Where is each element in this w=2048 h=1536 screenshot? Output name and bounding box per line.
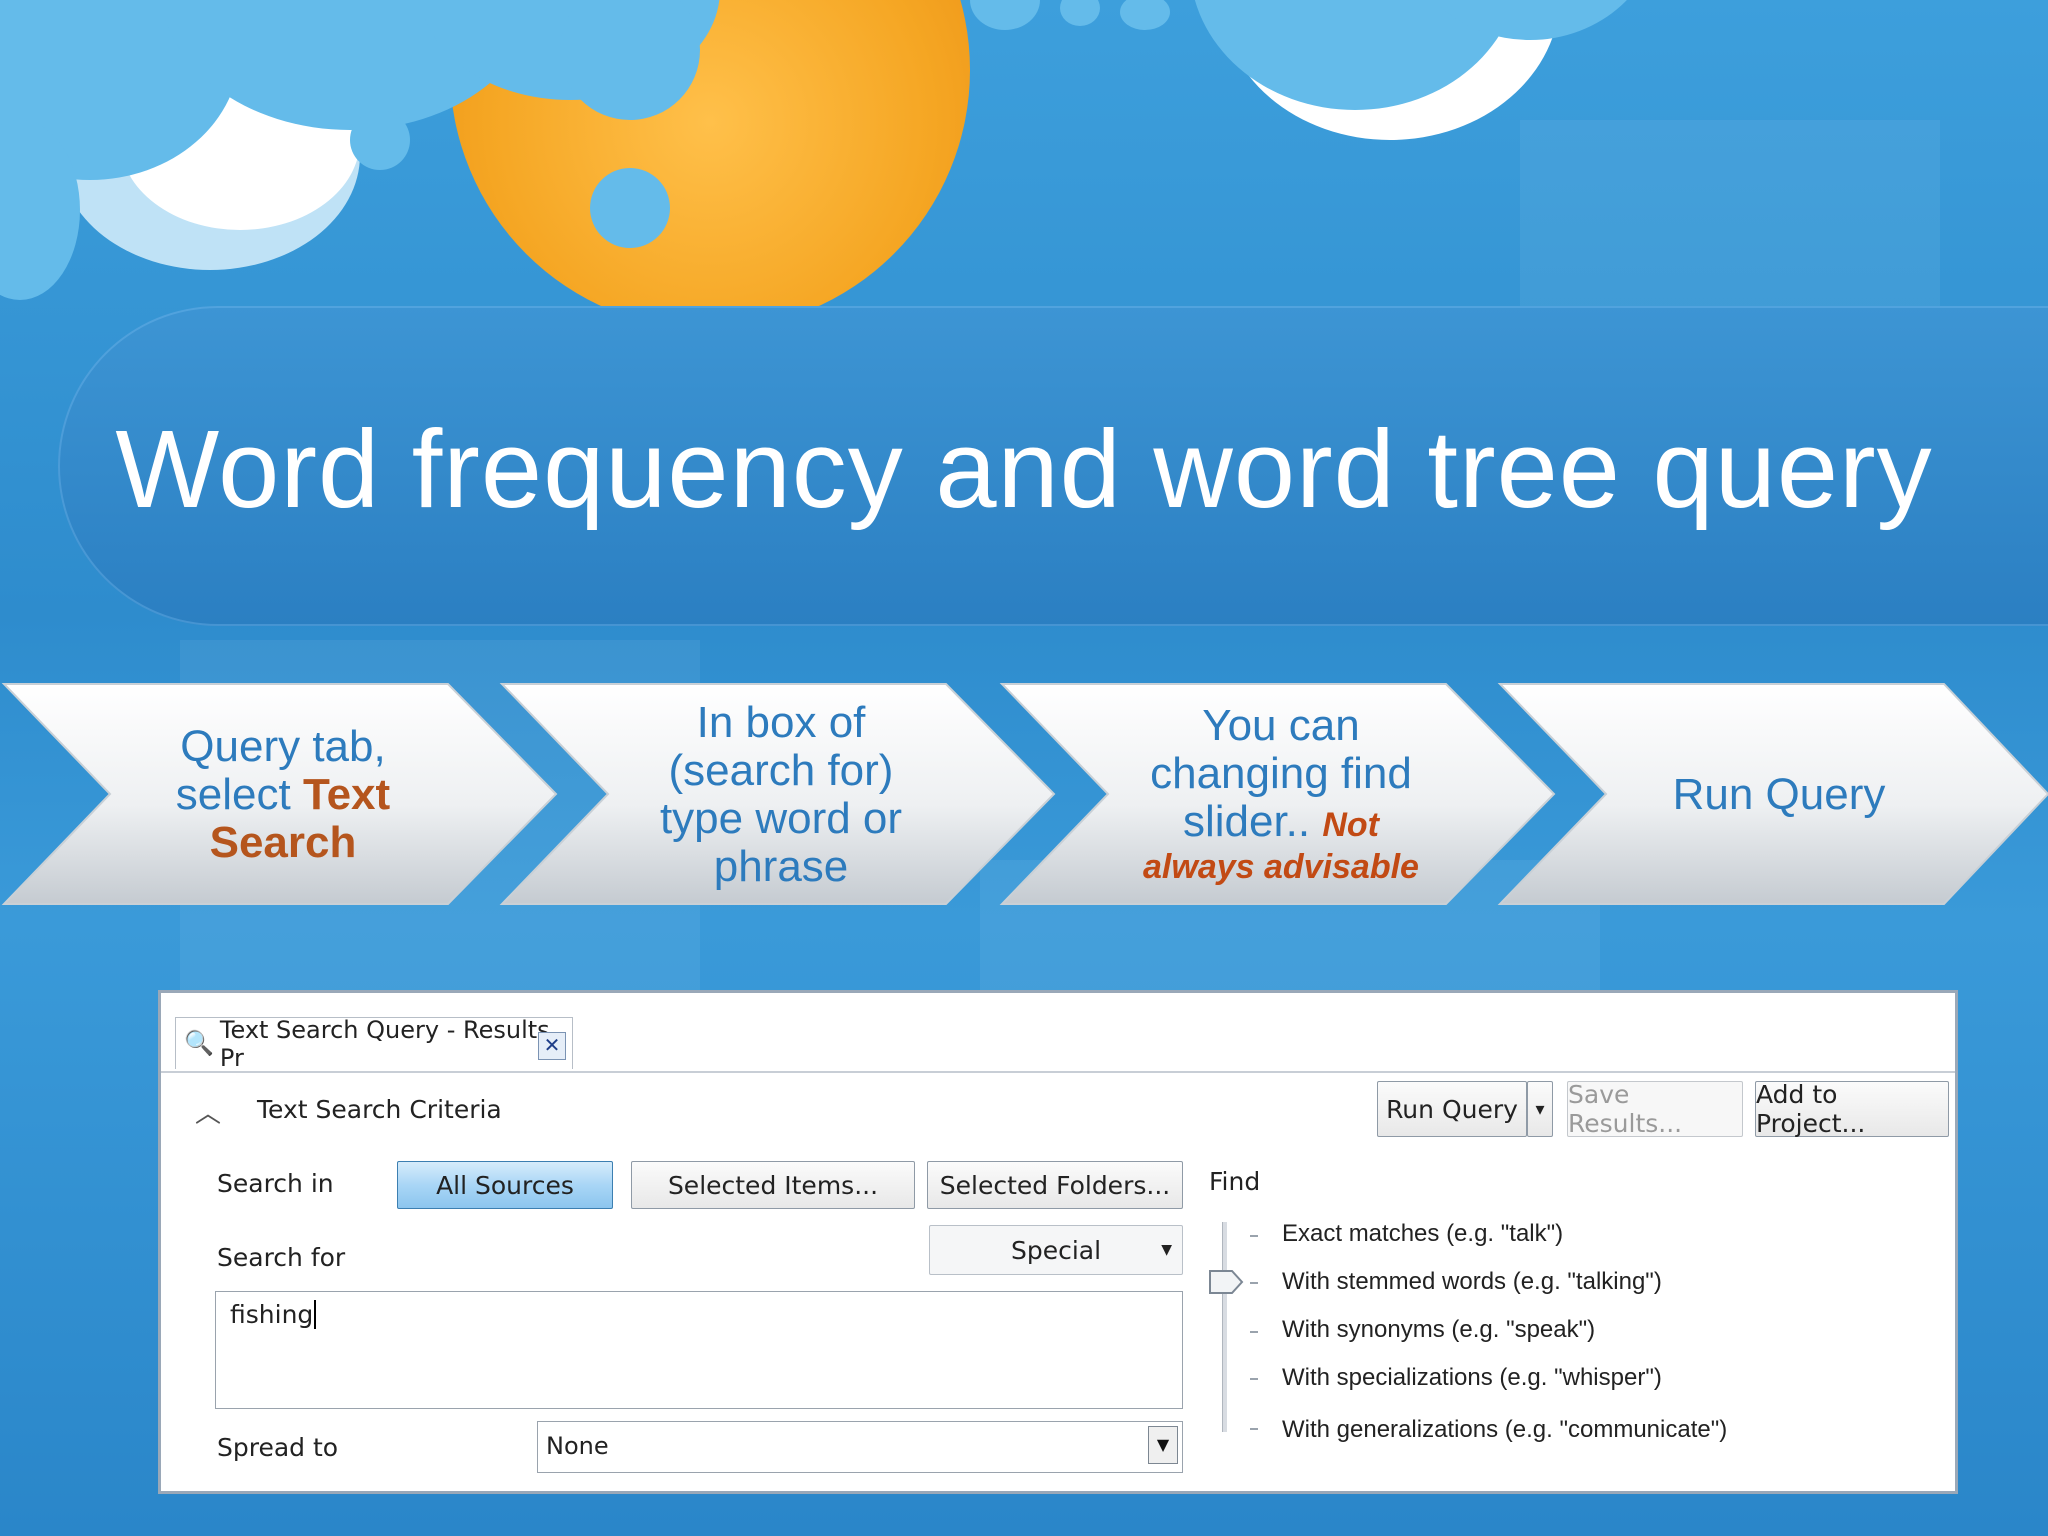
tab-bar: 🔍 Text Search Query - Results Pr ✕ — [161, 993, 1955, 1073]
slider-tick — [1250, 1282, 1258, 1284]
step-2-line: phrase — [713, 842, 849, 891]
step-3-text: You can changing find slider.. Not alway… — [1108, 684, 1454, 906]
slider-tick — [1250, 1331, 1258, 1333]
step-1-highlight: Search — [209, 818, 357, 867]
step-2-line: (search for) — [668, 746, 894, 795]
slide-background: Word frequency and word tree query Query… — [0, 0, 2048, 1536]
step-1-highlight: Text — [302, 770, 391, 819]
find-option-exact[interactable]: Exact matches (e.g. "talk") — [1282, 1220, 1563, 1248]
step-2-text: In box of (search for) type word or phra… — [608, 684, 954, 906]
find-option-specializations[interactable]: With specializations (e.g. "whisper") — [1282, 1364, 1662, 1392]
run-query-button[interactable]: Run Query — [1377, 1081, 1527, 1137]
slider-tick — [1250, 1428, 1258, 1430]
step-1-text: Query tab, select Text Search — [110, 684, 456, 906]
search-for-value: fishing — [230, 1300, 317, 1329]
run-query-dropdown-arrow[interactable]: ▾ — [1527, 1081, 1553, 1137]
selected-folders-button[interactable]: Selected Folders... — [927, 1161, 1183, 1209]
close-icon[interactable]: ✕ — [538, 1032, 566, 1060]
slider-tick — [1250, 1378, 1258, 1380]
step-3-line: You can — [1202, 701, 1360, 750]
step-3-warning: always advisable — [1143, 848, 1419, 886]
step-1-line: select Text — [176, 771, 390, 819]
add-to-project-button[interactable]: Add to Project... — [1755, 1080, 1949, 1138]
step-3-line: slider.. Not — [1183, 798, 1379, 846]
step-2-line: type word or — [659, 794, 903, 843]
save-results-button[interactable]: Save Results... — [1567, 1080, 1743, 1138]
tab-label: Text Search Query - Results Pr — [219, 1015, 550, 1072]
cloud-decoration — [1060, 0, 1100, 26]
special-button-label: Special — [1010, 1235, 1102, 1265]
step-4-text: Run Query — [1606, 684, 1952, 906]
page-title: Word frequency and word tree query — [115, 408, 1933, 531]
step-1-plain: select — [175, 770, 303, 819]
cloud-decoration — [590, 168, 670, 248]
collapse-chevron-icon[interactable]: ︿ — [195, 1093, 221, 1130]
chevron-down-icon: ▼ — [1161, 1242, 1172, 1258]
search-for-label: Search for — [217, 1243, 346, 1272]
chevron-down-icon[interactable]: ▼ — [1148, 1426, 1178, 1464]
spread-to-value: None — [546, 1432, 609, 1460]
step-4-line: Run Query — [1672, 770, 1886, 819]
search-query-icon: 🔍 — [184, 1028, 214, 1057]
find-slider-thumb[interactable] — [1208, 1268, 1244, 1296]
cloud-decoration — [350, 110, 410, 170]
find-option-stemmed[interactable]: With stemmed words (e.g. "talking") — [1282, 1268, 1662, 1296]
step-3-plain: slider.. — [1182, 797, 1323, 846]
tab-text-search-query[interactable]: 🔍 Text Search Query - Results Pr ✕ — [175, 1015, 573, 1072]
cloud-decoration — [1120, 0, 1170, 30]
section-title: Text Search Criteria — [257, 1095, 502, 1124]
all-sources-button[interactable]: All Sources — [397, 1161, 613, 1209]
find-label: Find — [1209, 1167, 1261, 1196]
cloud-decoration — [970, 0, 1040, 30]
step-1-line: Query tab, — [180, 722, 386, 771]
find-option-synonyms[interactable]: With synonyms (e.g. "speak") — [1282, 1316, 1595, 1344]
special-button[interactable]: Special ▼ — [929, 1225, 1183, 1275]
find-slider-track[interactable] — [1222, 1222, 1227, 1432]
search-in-label: Search in — [217, 1169, 334, 1198]
find-option-generalizations[interactable]: With generalizations (e.g. "communicate"… — [1282, 1416, 1727, 1444]
spread-to-select[interactable]: None ▼ — [537, 1421, 1183, 1473]
step-3-line: changing find — [1150, 749, 1412, 798]
step-3-warning: Not — [1322, 806, 1380, 844]
selected-items-button[interactable]: Selected Items... — [631, 1161, 915, 1209]
slider-tick — [1250, 1235, 1258, 1237]
spread-to-label: Spread to — [217, 1433, 339, 1462]
background-shape — [1520, 120, 1940, 320]
step-2-line: In box of — [696, 698, 866, 747]
search-for-input[interactable]: fishing — [215, 1291, 1183, 1409]
